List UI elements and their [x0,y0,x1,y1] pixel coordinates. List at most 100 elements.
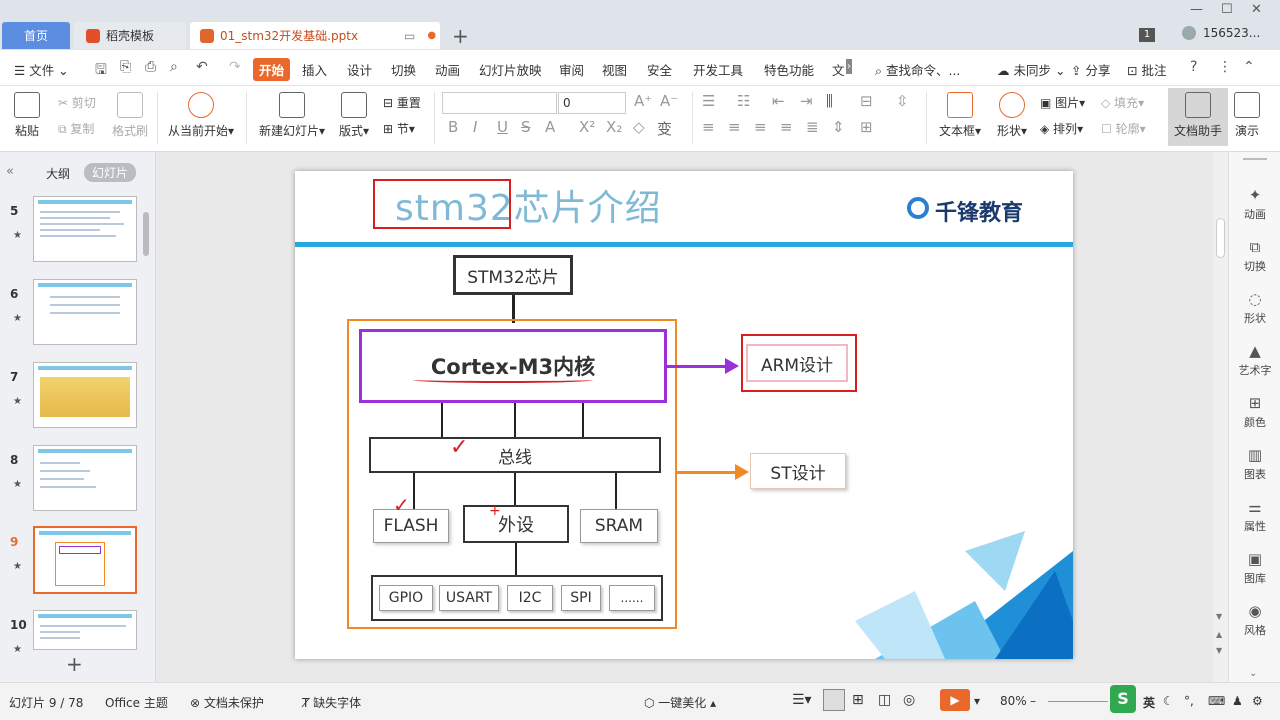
preview-icon[interactable]: ⌕ [170,59,178,75]
file-menu[interactable]: ☰ 文件 ⌄ [14,60,69,79]
align-center-icon[interactable]: ≡ [728,118,741,136]
indent-increase-icon[interactable]: ⇥ [800,92,813,110]
chip-box[interactable]: STM32芯片 [453,255,573,295]
command-search[interactable]: ⌕ 查找命令、... [875,60,960,79]
zoom-level[interactable]: 80% [1000,694,1027,708]
present-button[interactable]: 演示 [1232,92,1262,139]
save-icon[interactable]: 🖫 [95,59,107,83]
font-name-select[interactable] [442,92,557,114]
slide-thumbnail-8[interactable] [33,445,137,511]
slide-thumbnail-5[interactable] [33,196,137,262]
flash-box[interactable]: FLASH [373,509,449,543]
superscript-icon[interactable]: X² [579,118,595,136]
reset-button[interactable]: ⊟ 重置 [383,94,421,111]
arm-design-box[interactable]: ARM设计 [746,344,848,382]
user-id[interactable]: 156523... [1203,26,1260,40]
protect-status[interactable]: ⊗ 文档未保护 [190,694,264,711]
cut-button[interactable]: ✂ 剪切 [58,94,96,111]
paste-button[interactable]: 粘贴 [10,92,44,139]
menu-transition[interactable]: 切换 [391,60,416,79]
menu-design[interactable]: 设计 [347,60,372,79]
next-slide-icon[interactable]: ▼ [1216,646,1222,655]
ime-user-icon[interactable]: ♟ [1232,694,1243,708]
collapse-panel-icon[interactable]: « [6,164,14,179]
usart-box[interactable]: USART [439,585,499,611]
scroll-thumb[interactable] [1216,218,1225,258]
doc-helper-button[interactable]: 文档助手 [1168,88,1228,146]
sidebar-item-color[interactable]: ⊞ 颜色 [1229,394,1280,430]
menu-developer[interactable]: 开发工具 [693,60,743,79]
outline-button[interactable]: ☐ 轮廓▾ [1101,120,1146,137]
menu-security[interactable]: 安全 [647,60,672,79]
sram-box[interactable]: SRAM [580,509,658,543]
collapse-ribbon-icon[interactable]: ⌃ [1243,59,1255,75]
layout-button[interactable]: 版式▾ [336,92,372,139]
slide-thumbnail-6[interactable] [33,279,137,345]
badge-count[interactable]: 1 [1139,28,1155,42]
picture-button[interactable]: ▣ 图片▾ [1040,94,1085,111]
slide-thumbnail-7[interactable] [33,362,137,428]
menu-animation[interactable]: 动画 [435,60,460,79]
textbox-button[interactable]: 文本框▾ [936,92,984,139]
scroll-down-icon[interactable]: ▼ [1216,612,1222,621]
menu-scroll-right-icon[interactable]: › [846,59,852,74]
export-icon[interactable]: ⎘ [120,59,131,75]
menu-more[interactable]: 文 [832,60,845,79]
menu-home[interactable]: 开始 [253,58,291,81]
slide[interactable]: stm32芯片介绍 千锋教育 STM32芯片 Cortex-M3内核 ARM设计… [295,171,1073,659]
sidebar-item-properties[interactable]: ⚌ 属性 [1229,498,1280,534]
align-left-icon[interactable]: ≡ [702,118,715,136]
para-spacing-icon[interactable]: ⇕ [832,118,845,136]
sidebar-item-transition[interactable]: ⧉ 切换 [1229,238,1280,274]
ime-moon-icon[interactable]: ☾ [1163,694,1174,708]
new-slide-button[interactable]: 新建幻灯片▾ [256,92,328,139]
outline-tab[interactable]: 大纲 [46,165,70,182]
font-size-select[interactable]: 0 [558,92,626,114]
bus-box[interactable]: 总线 [369,437,661,473]
phonetic-icon[interactable]: 变 [657,118,672,139]
shape-button[interactable]: 形状▾ [992,92,1032,139]
menu-review[interactable]: 审阅 [559,60,584,79]
reading-view-icon[interactable]: ◫ [878,692,891,708]
slides-panel-scrollbar[interactable] [143,212,149,256]
play-options-icon[interactable]: ▾ [974,694,980,708]
from-current-button[interactable]: 从当前开始▾ [165,92,237,139]
ime-settings-icon[interactable]: ⚙ [1252,694,1263,708]
arrange-button[interactable]: ◈ 排列▾ [1040,120,1083,137]
clear-format-icon[interactable]: ◇ [633,118,645,136]
distributed-icon[interactable]: ≣ [806,118,819,136]
menu-view[interactable]: 视图 [602,60,627,79]
menu-insert[interactable]: 插入 [302,60,327,79]
beautify-button[interactable]: ⬡ 一键美化 ▴ [644,694,716,711]
bullets-icon[interactable]: ☰ [702,92,715,110]
presenter-view-icon[interactable]: ◎ [903,692,915,708]
undo-icon[interactable]: ↶ [196,59,208,75]
theme-name[interactable]: Office 主题 [105,694,168,711]
close-icon[interactable]: ✕ [1251,2,1262,17]
more-options-icon[interactable]: ⋮ [1218,59,1232,75]
print-icon[interactable]: ⎙ [145,59,156,75]
align-right-icon[interactable]: ≡ [754,118,767,136]
ime-logo-icon[interactable]: S [1110,685,1136,713]
sidebar-item-wordart[interactable]: ▲ 艺术字 [1229,342,1280,378]
ime-language[interactable]: 英 [1143,694,1155,711]
zoom-slider[interactable] [1048,701,1108,702]
section-button[interactable]: ⊞ 节▾ [383,120,415,137]
minimize-icon[interactable]: — [1190,2,1203,17]
avatar[interactable] [1182,26,1196,40]
sidebar-item-chart[interactable]: ▥ 图表 [1229,446,1280,482]
strikethrough-icon[interactable]: S [521,118,531,136]
format-painter-button[interactable]: 格式刷 [110,92,150,139]
text-direction-icon[interactable]: ⊟ [860,92,873,110]
i2c-box[interactable]: I2C [507,585,553,611]
tab-home[interactable]: 首页 [2,22,70,49]
slide-thumbnail-10[interactable] [33,610,137,650]
notes-icon[interactable]: ☰▾ [792,692,812,708]
st-design-box[interactable]: ST设计 [750,453,846,489]
maximize-icon[interactable]: ☐ [1221,2,1233,17]
columns-icon[interactable]: ⫼ [826,92,833,110]
ime-keyboard-icon[interactable]: ⌨ [1208,694,1225,708]
peripheral-box[interactable]: 外设 [463,505,569,543]
underline-icon[interactable]: U [497,118,508,136]
share-button[interactable]: ⇪ 分享 [1071,60,1110,79]
